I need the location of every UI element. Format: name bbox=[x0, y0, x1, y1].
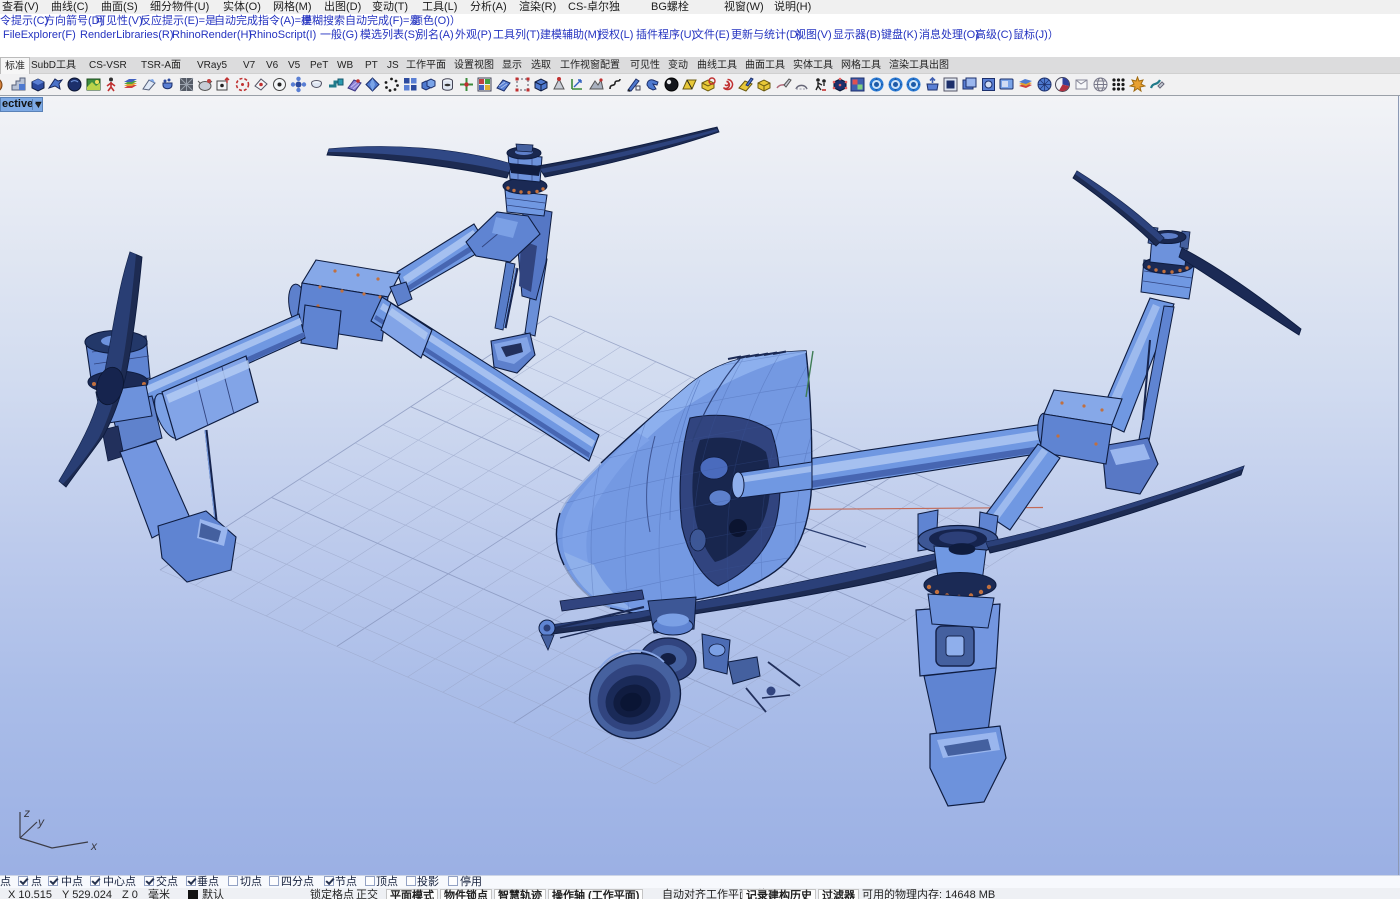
svg-text:x: x bbox=[90, 839, 98, 853]
svg-text:y: y bbox=[37, 815, 45, 829]
svg-text:z: z bbox=[23, 806, 30, 820]
